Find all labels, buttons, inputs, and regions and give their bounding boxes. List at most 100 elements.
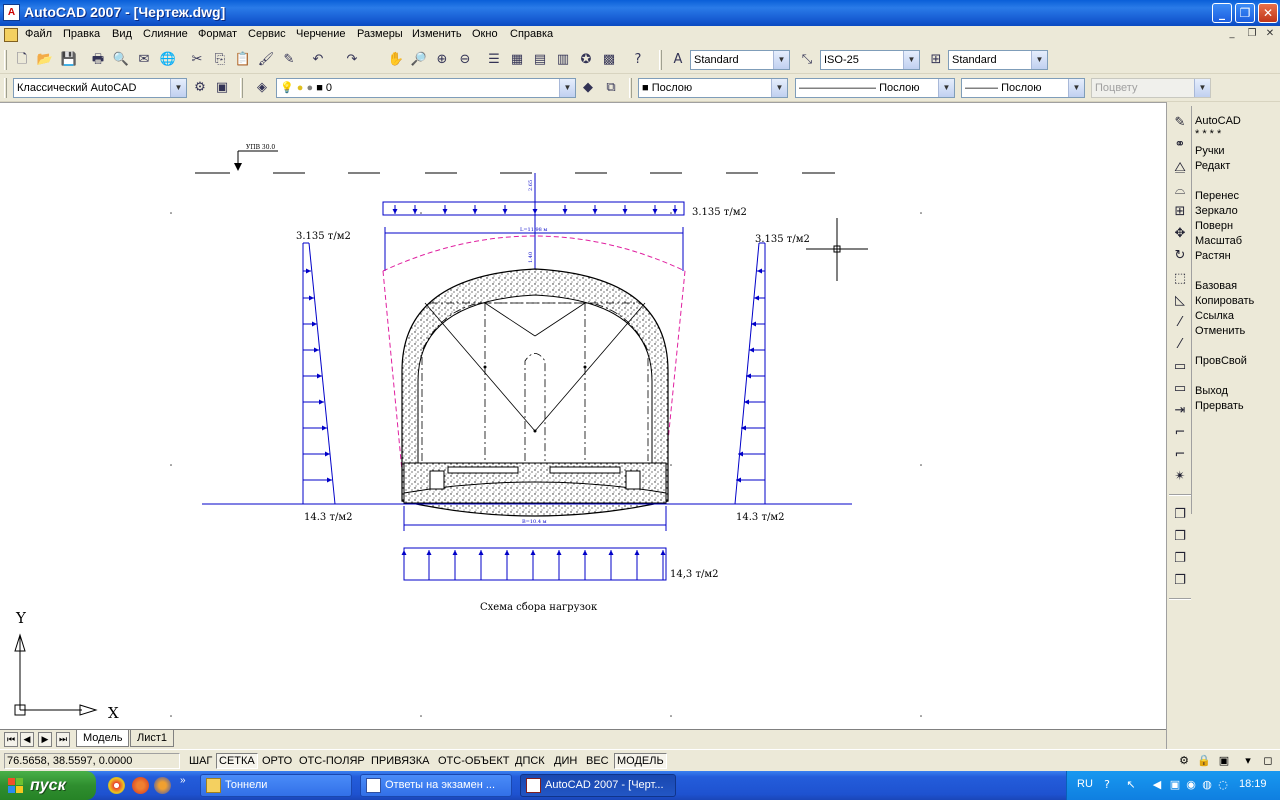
lwt-toggle[interactable]: ВЕС	[583, 753, 612, 769]
start-button[interactable]: пуск	[0, 771, 96, 800]
match-properties-icon[interactable]: 🖌	[256, 50, 276, 70]
copy-icon[interactable]: ⎘	[210, 50, 230, 70]
menu-file[interactable]: Файл	[22, 28, 55, 40]
model-toggle[interactable]: МОДЕЛЬ	[614, 753, 667, 769]
communication-center-icon[interactable]: ⚙	[1176, 753, 1192, 769]
menu-edit[interactable]: Правка	[60, 28, 103, 40]
next-tab-icon[interactable]: ▶	[38, 732, 52, 747]
explode-icon[interactable]: ✴	[1171, 468, 1189, 486]
properties-icon[interactable]: ☰	[484, 50, 504, 70]
fillet-icon[interactable]: ⌐	[1171, 446, 1189, 464]
context-item-scale[interactable]: Масштаб	[1195, 235, 1242, 247]
pencil-icon[interactable]: ✎	[1171, 114, 1189, 132]
menu-merge[interactable]: Слияние	[140, 28, 191, 40]
opera-icon[interactable]	[132, 777, 149, 794]
drawing-canvas[interactable]: УПВ 30.0 3.135 т/м2 L=11.98 м 2.65 1.40	[0, 102, 1166, 729]
open-icon[interactable]: 📂	[35, 50, 55, 70]
menu-modify[interactable]: Изменить	[409, 28, 465, 40]
menu-tools[interactable]: Сервис	[245, 28, 289, 40]
otrack-toggle[interactable]: ОТС-ОБЪЕКТ	[435, 753, 512, 769]
extend-icon[interactable]: ⁄	[1171, 336, 1189, 354]
menu-help[interactable]: Справка	[507, 28, 556, 40]
chevron-down-icon[interactable]: ▼	[170, 79, 186, 97]
workspace-settings-icon[interactable]: ⚙	[190, 78, 210, 98]
context-item-edit[interactable]: Редакт	[1195, 160, 1230, 172]
doc-close-button[interactable]: ✕	[1262, 28, 1278, 42]
join-icon[interactable]: ▭	[1171, 380, 1189, 398]
maximize-button[interactable]: ❐	[1235, 3, 1255, 23]
linetype-select[interactable]: ——————— Послою ▼	[795, 78, 955, 98]
context-item-grips[interactable]: Ручки	[1195, 145, 1225, 157]
layer-manager-icon[interactable]: ◈	[252, 78, 272, 98]
table-style-select[interactable]: Standard ▼	[948, 50, 1048, 70]
publish-icon[interactable]: ✉	[134, 50, 154, 70]
context-item-cancel[interactable]: Прервать	[1195, 400, 1244, 412]
chevron-down-icon[interactable]: ▼	[773, 51, 789, 69]
antivirus-tray-icon[interactable]: ◉	[1183, 777, 1199, 793]
sheet-set-icon[interactable]: ▥	[553, 50, 573, 70]
text-style-select[interactable]: Standard ▼	[690, 50, 790, 70]
tool-palettes-icon[interactable]: ▤	[530, 50, 550, 70]
security-tray-icon[interactable]: ◌	[1215, 777, 1231, 793]
context-item-reference[interactable]: Ссылка	[1195, 310, 1234, 322]
clean-screen-icon[interactable]: ◻	[1260, 753, 1276, 769]
context-item-base[interactable]: Базовая	[1195, 280, 1237, 292]
pan-icon[interactable]: ✋	[386, 50, 406, 70]
print-icon[interactable]: 🖶	[88, 50, 108, 70]
minimize-button[interactable]: _	[1212, 3, 1232, 23]
customize-icon[interactable]: ▣	[212, 78, 232, 98]
tab-layout1[interactable]: Лист1	[130, 730, 175, 747]
calculator-icon[interactable]: ▩	[599, 50, 619, 70]
cut-icon[interactable]: ✂	[187, 50, 207, 70]
break-icon[interactable]: ▭	[1171, 358, 1189, 376]
autocad-app-icon[interactable]: A	[3, 4, 20, 21]
toolbar-lock-icon[interactable]: 🔒	[1196, 753, 1212, 769]
toolbar-grip[interactable]	[4, 50, 7, 70]
quicklaunch-more-icon[interactable]: »	[180, 775, 186, 786]
paste-icon[interactable]: 📋	[233, 50, 253, 70]
polar-toggle[interactable]: ОТС-ПОЛЯР	[296, 753, 368, 769]
snap-toggle[interactable]: ШАГ	[186, 753, 215, 769]
chevron-down-icon[interactable]: ▼	[938, 79, 954, 97]
context-item-stretch[interactable]: Растян	[1195, 250, 1231, 262]
firefox-icon[interactable]	[154, 777, 171, 794]
workspace-select[interactable]: Классический AutoCAD ▼	[13, 78, 187, 98]
doc-restore-button[interactable]: ❐	[1244, 28, 1260, 42]
make-current-layer-icon[interactable]: ◆	[578, 78, 598, 98]
chevron-down-icon[interactable]: ▼	[559, 79, 575, 97]
document-icon[interactable]	[4, 28, 18, 42]
first-tab-icon[interactable]: ⏮	[4, 732, 18, 747]
new-icon[interactable]: 🗋	[12, 50, 32, 70]
zoom-window-icon[interactable]: ⊕	[432, 50, 452, 70]
chevron-down-icon[interactable]: ▼	[771, 79, 787, 97]
text-style-icon[interactable]: A	[668, 50, 688, 70]
color-select[interactable]: ■ Послою ▼	[638, 78, 788, 98]
tab-model[interactable]: Модель	[76, 730, 130, 747]
close-button[interactable]: ✕	[1258, 3, 1278, 23]
layer-previous-icon[interactable]: ⧉	[601, 78, 621, 98]
zoom-realtime-icon[interactable]: 🔎	[409, 50, 429, 70]
zoom-previous-icon[interactable]: ⊖	[455, 50, 475, 70]
taskbar-item-word[interactable]: Ответы на экзамен ...	[360, 774, 512, 797]
save-icon[interactable]: 💾	[59, 50, 79, 70]
design-center-icon[interactable]: ▦	[507, 50, 527, 70]
coordinates-display[interactable]: 76.5658, 38.5597, 0.0000	[4, 753, 180, 769]
undo-icon[interactable]: ↶	[308, 50, 328, 70]
chevron-down-icon[interactable]: ▼	[903, 51, 919, 69]
cursor-tray-icon[interactable]: ↖	[1123, 777, 1139, 793]
lightbulb-icon[interactable]: 💡	[280, 82, 294, 94]
title-bar[interactable]: A AutoCAD 2007 - [Чертеж.dwg] _ ❐ ✕	[0, 0, 1280, 26]
move-cross-icon[interactable]: ✥	[1171, 225, 1189, 243]
scale-icon[interactable]: ⬚	[1171, 270, 1189, 288]
network-tray-icon[interactable]: ▣	[1167, 777, 1183, 793]
toolbar-grip[interactable]	[4, 78, 7, 98]
layer-select[interactable]: 💡 ● ● ■ 0 ▼	[276, 78, 576, 98]
toolbar-grip[interactable]	[629, 78, 632, 98]
back-arrow-tray-icon[interactable]: ◀	[1149, 777, 1165, 793]
menu-window[interactable]: Окно	[469, 28, 501, 40]
context-item-autocad[interactable]: AutoCAD	[1195, 115, 1241, 127]
context-item-undo[interactable]: Отменить	[1195, 325, 1245, 337]
trim-icon[interactable]: ⁄	[1171, 314, 1189, 332]
block-editor-icon[interactable]: ✎	[279, 50, 299, 70]
redo-icon[interactable]: ↷	[342, 50, 362, 70]
